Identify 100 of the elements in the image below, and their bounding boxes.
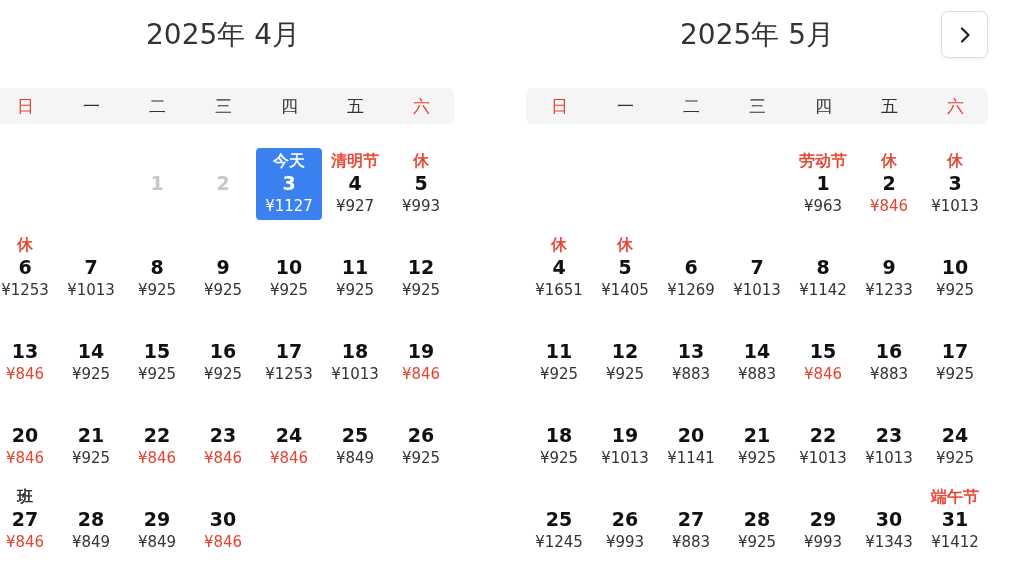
day-number[interactable]: 24 bbox=[941, 423, 969, 447]
price-text: ¥963 bbox=[803, 196, 843, 217]
day-number[interactable]: 29 bbox=[143, 507, 171, 531]
day-number[interactable]: 19 bbox=[611, 423, 639, 447]
price-text: ¥925 bbox=[935, 280, 975, 301]
price-text: ¥1405 bbox=[601, 280, 649, 301]
price-text: ¥1013 bbox=[931, 196, 979, 217]
price-text: ¥925 bbox=[539, 364, 579, 385]
day-number[interactable]: 18 bbox=[545, 423, 573, 447]
day-label: 休 bbox=[551, 235, 567, 255]
price-text: ¥925 bbox=[737, 532, 777, 553]
day-number[interactable]: 17 bbox=[275, 339, 303, 363]
day-number[interactable]: 27 bbox=[677, 507, 705, 531]
day-number[interactable]: 5 bbox=[414, 171, 428, 195]
day-number[interactable]: 12 bbox=[407, 255, 435, 279]
price-text: ¥925 bbox=[137, 364, 177, 385]
price-text: ¥925 bbox=[71, 448, 111, 469]
price-text: ¥846 bbox=[5, 364, 45, 385]
price-text: ¥1141 bbox=[667, 448, 715, 469]
day-label: 班 bbox=[17, 487, 33, 507]
month-title: 2025年 5月 bbox=[679, 17, 835, 53]
price-text: ¥1253 bbox=[265, 364, 313, 385]
day-number[interactable]: 5 bbox=[618, 255, 632, 279]
day-number[interactable]: 7 bbox=[84, 255, 98, 279]
day-number[interactable]: 26 bbox=[407, 423, 435, 447]
day-number[interactable]: 21 bbox=[743, 423, 771, 447]
day-number[interactable]: 31 bbox=[941, 507, 969, 531]
day-number[interactable]: 10 bbox=[275, 255, 303, 279]
day-number[interactable]: 22 bbox=[809, 423, 837, 447]
price-text: ¥925 bbox=[605, 364, 645, 385]
day-number[interactable]: 27 bbox=[11, 507, 39, 531]
price-text: ¥846 bbox=[203, 448, 243, 469]
day-number[interactable]: 22 bbox=[143, 423, 171, 447]
day-number[interactable]: 24 bbox=[275, 423, 303, 447]
price-text: ¥1013 bbox=[601, 448, 649, 469]
price-text: ¥1245 bbox=[535, 532, 583, 553]
day-number[interactable]: 12 bbox=[611, 339, 639, 363]
day-number[interactable]: 25 bbox=[545, 507, 573, 531]
day-number[interactable]: 8 bbox=[816, 255, 830, 279]
day-number[interactable]: 11 bbox=[341, 255, 369, 279]
price-text: ¥925 bbox=[71, 364, 111, 385]
day-number[interactable]: 19 bbox=[407, 339, 435, 363]
day-number[interactable]: 10 bbox=[941, 255, 969, 279]
price-text: ¥1013 bbox=[733, 280, 781, 301]
next-month-button[interactable] bbox=[941, 11, 988, 58]
price-text: ¥925 bbox=[203, 364, 243, 385]
price-text: ¥1253 bbox=[1, 280, 49, 301]
day-number[interactable]: 1 bbox=[816, 171, 830, 195]
day-number[interactable]: 26 bbox=[611, 507, 639, 531]
day-number[interactable]: 7 bbox=[750, 255, 764, 279]
day-number[interactable]: 16 bbox=[209, 339, 237, 363]
weekday-label: 六 bbox=[412, 94, 430, 118]
day-number[interactable]: 23 bbox=[875, 423, 903, 447]
day-number[interactable]: 3 bbox=[948, 171, 962, 195]
day-number[interactable]: 18 bbox=[341, 339, 369, 363]
day-number[interactable]: 9 bbox=[882, 255, 896, 279]
day-number[interactable]: 13 bbox=[677, 339, 705, 363]
day-number[interactable]: 15 bbox=[809, 339, 837, 363]
day-number[interactable]: 20 bbox=[11, 423, 39, 447]
weekday-label: 二 bbox=[148, 94, 166, 118]
day-number[interactable]: 25 bbox=[341, 423, 369, 447]
day-number[interactable]: 14 bbox=[77, 339, 105, 363]
day-number[interactable]: 16 bbox=[875, 339, 903, 363]
price-text: ¥1412 bbox=[931, 532, 979, 553]
day-number[interactable]: 14 bbox=[743, 339, 771, 363]
day-number[interactable]: 28 bbox=[77, 507, 105, 531]
day-number[interactable]: 28 bbox=[743, 507, 771, 531]
price-text: ¥849 bbox=[137, 532, 177, 553]
day-number[interactable]: 30 bbox=[209, 507, 237, 531]
price-text: ¥849 bbox=[71, 532, 111, 553]
day-label: 休 bbox=[413, 151, 429, 171]
price-text: ¥927 bbox=[335, 196, 375, 217]
price-text: ¥993 bbox=[605, 532, 645, 553]
day-number[interactable]: 13 bbox=[11, 339, 39, 363]
day-number[interactable]: 2 bbox=[882, 171, 896, 195]
day-number[interactable]: 29 bbox=[809, 507, 837, 531]
today-highlight[interactable]: 今天 3 ¥1127 bbox=[256, 148, 322, 220]
day-number[interactable]: 30 bbox=[875, 507, 903, 531]
price-text: ¥846 bbox=[269, 448, 309, 469]
day-number[interactable]: 4 bbox=[348, 171, 362, 195]
day-number[interactable]: 6 bbox=[684, 255, 698, 279]
price-text: ¥846 bbox=[803, 364, 843, 385]
price-text: ¥925 bbox=[203, 280, 243, 301]
price-text: ¥1233 bbox=[865, 280, 913, 301]
price-text: ¥993 bbox=[803, 532, 843, 553]
day-number[interactable]: 17 bbox=[941, 339, 969, 363]
day-number[interactable]: 6 bbox=[18, 255, 32, 279]
day-number[interactable]: 9 bbox=[216, 255, 230, 279]
weekday-label: 一 bbox=[616, 94, 634, 118]
day-number[interactable]: 21 bbox=[77, 423, 105, 447]
day-number[interactable]: 3 bbox=[282, 171, 296, 195]
day-number[interactable]: 11 bbox=[545, 339, 573, 363]
day-number[interactable]: 15 bbox=[143, 339, 171, 363]
price-text: ¥1651 bbox=[535, 280, 583, 301]
weekday-label: 日 bbox=[16, 94, 34, 118]
day-number[interactable]: 4 bbox=[552, 255, 566, 279]
price-text: ¥846 bbox=[5, 532, 45, 553]
day-number[interactable]: 8 bbox=[150, 255, 164, 279]
day-number[interactable]: 23 bbox=[209, 423, 237, 447]
day-number[interactable]: 20 bbox=[677, 423, 705, 447]
